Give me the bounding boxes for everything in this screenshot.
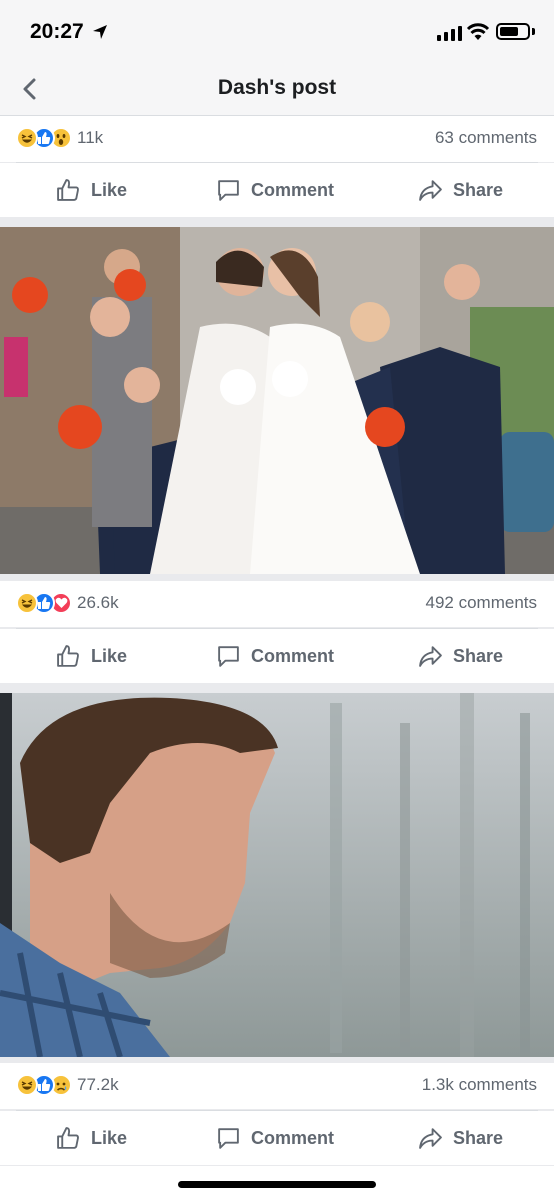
like-label: Like: [91, 1127, 128, 1148]
thumbs-up-icon: [57, 644, 79, 667]
share-arrow-icon: [419, 645, 442, 667]
comment-bubble-icon: [218, 1127, 239, 1149]
cellular-signal-icon: [437, 26, 462, 41]
share-arrow-icon: [419, 179, 442, 201]
post-image-sad-man[interactable]: [0, 693, 554, 1057]
comment-bubble-icon: [218, 179, 239, 201]
comment-button[interactable]: Comment: [216, 163, 334, 217]
share-label: Share: [453, 645, 504, 666]
thumbs-up-icon: [57, 1126, 79, 1149]
wedding-photo: [0, 227, 554, 574]
post-2-actions: Like Comment Share: [0, 629, 554, 683]
like-button[interactable]: Like: [56, 163, 127, 217]
comment-label: Comment: [251, 179, 335, 200]
like-label: Like: [91, 179, 128, 200]
home-indicator[interactable]: [178, 1181, 376, 1188]
post-image-wedding[interactable]: [0, 227, 554, 574]
status-bar: 20:27: [0, 0, 554, 64]
comments-count-link[interactable]: 63 comments: [435, 128, 537, 148]
status-time: 20:27: [30, 20, 84, 43]
comment-bubble-icon: [218, 645, 239, 667]
reaction-summary[interactable]: 77.2k: [16, 1074, 119, 1096]
post-1-actions: Like Comment Share: [0, 163, 554, 217]
comments-count-link[interactable]: 1.3k comments: [422, 1075, 537, 1095]
comment-label: Comment: [251, 1127, 335, 1148]
reaction-count: 77.2k: [77, 1075, 119, 1094]
reaction-count: 11k: [77, 128, 104, 147]
sad-man-photo: [0, 693, 554, 1057]
comments-count-link[interactable]: 492 comments: [426, 593, 538, 613]
like-button[interactable]: Like: [56, 629, 127, 683]
battery-icon: [496, 23, 530, 40]
haha-reaction-icon: [16, 127, 38, 149]
comment-label: Comment: [251, 645, 335, 666]
post-3-stats: 77.2k 1.3k comments: [0, 1063, 554, 1109]
haha-reaction-icon: [16, 1074, 38, 1096]
navigation-bar: Dash's post: [0, 64, 554, 116]
share-label: Share: [453, 1127, 504, 1148]
wifi-icon: [466, 23, 490, 40]
comment-button[interactable]: Comment: [216, 629, 334, 683]
share-button[interactable]: Share: [418, 629, 503, 683]
location-arrow-icon: [93, 25, 107, 39]
page-title: Dash's post: [217, 76, 337, 99]
haha-reaction-icon: [16, 592, 38, 614]
post-2-stats: 26.6k 492 comments: [0, 581, 554, 627]
like-button[interactable]: Like: [56, 1111, 127, 1165]
share-button[interactable]: Share: [418, 1111, 503, 1165]
reaction-summary[interactable]: 11k: [16, 127, 103, 149]
post-3-actions: Like Comment Share: [0, 1111, 554, 1165]
thumbs-up-icon: [57, 178, 79, 201]
share-arrow-icon: [419, 1127, 442, 1149]
share-button[interactable]: Share: [418, 163, 503, 217]
comment-button[interactable]: Comment: [216, 1111, 334, 1165]
post-1-stats: 11k 63 comments: [0, 116, 554, 162]
reaction-summary[interactable]: 26.6k: [16, 592, 119, 614]
like-label: Like: [91, 645, 128, 666]
reaction-count: 26.6k: [77, 593, 119, 612]
share-label: Share: [453, 179, 504, 200]
